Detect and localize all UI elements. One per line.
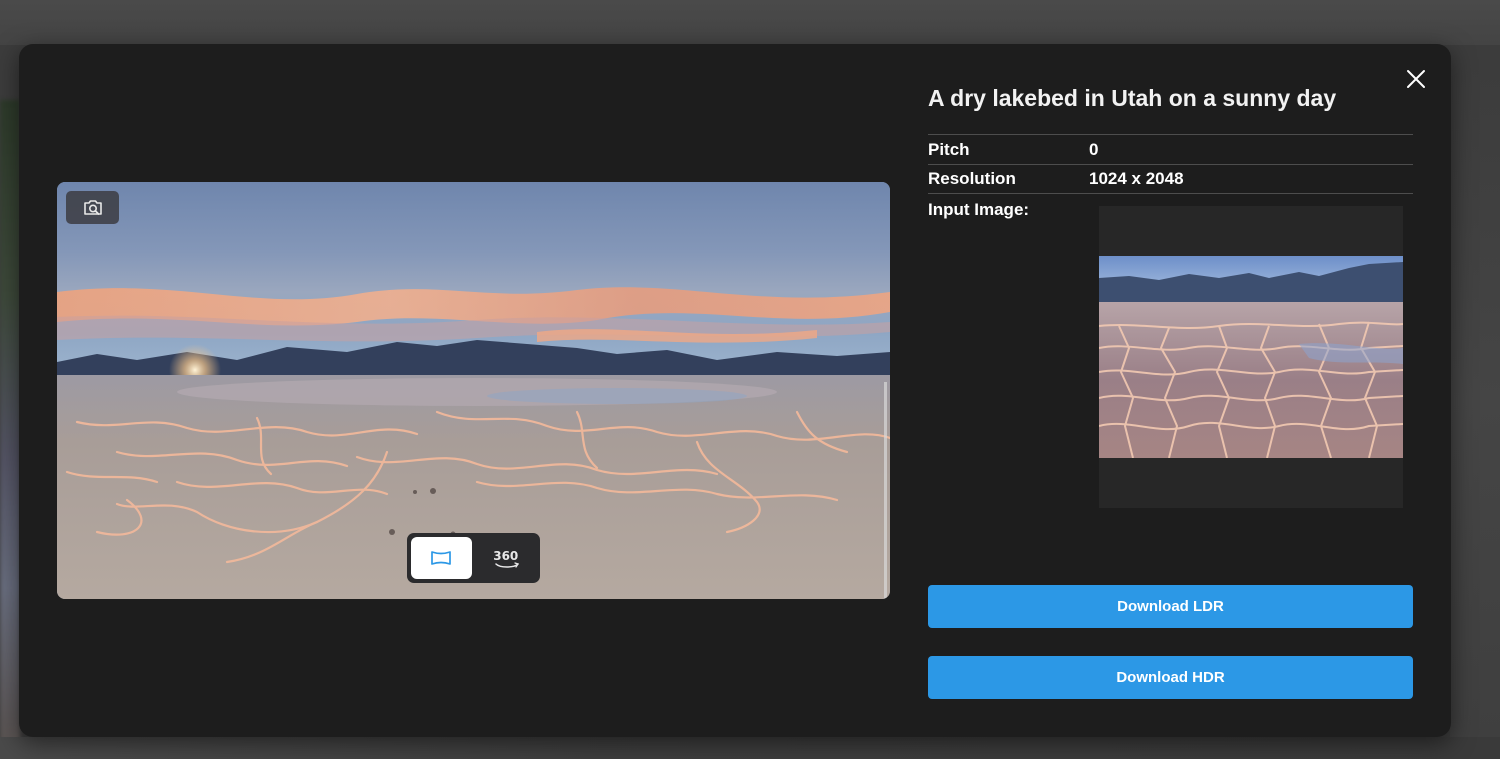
input-image-label: Input Image: [928, 200, 1030, 219]
backdrop-left [0, 100, 20, 750]
view-mode-toggle: 360 [407, 533, 540, 583]
download-ldr-button[interactable]: Download LDR [928, 585, 1413, 628]
detail-key: Resolution [928, 169, 1016, 188]
backdrop-bottom [0, 737, 1500, 759]
image-detail-modal: 360 A dry lakebed in Utah on a sunny day… [19, 44, 1451, 737]
360-icon [494, 562, 519, 568]
close-icon [1407, 70, 1425, 88]
detail-value: 1024 x 2048 [1089, 169, 1184, 188]
panorama-icon [431, 551, 452, 565]
detail-value: 0 [1089, 139, 1099, 159]
detail-row-resolution: Resolution 1024 x 2048 [928, 164, 1413, 194]
panorama-viewer[interactable]: 360 [57, 182, 890, 599]
detail-row-pitch: Pitch 0 [928, 134, 1413, 164]
backdrop-right [1450, 60, 1500, 740]
360-label: 360 [493, 549, 519, 563]
input-image-thumbnail[interactable] [1099, 256, 1403, 458]
camera-search-icon [83, 199, 102, 215]
zoom-button[interactable] [66, 191, 119, 224]
flat-view-option[interactable] [411, 537, 472, 579]
image-details-table: Pitch 0 Resolution 1024 x 2048 [928, 134, 1413, 194]
image-title: A dry lakebed in Utah on a sunny day [928, 85, 1337, 111]
detail-key: Pitch [928, 139, 970, 159]
360-view-option[interactable]: 360 [476, 537, 537, 579]
input-image-frame [1099, 206, 1403, 508]
download-hdr-button[interactable]: Download HDR [928, 656, 1413, 699]
close-button[interactable] [1403, 66, 1429, 92]
